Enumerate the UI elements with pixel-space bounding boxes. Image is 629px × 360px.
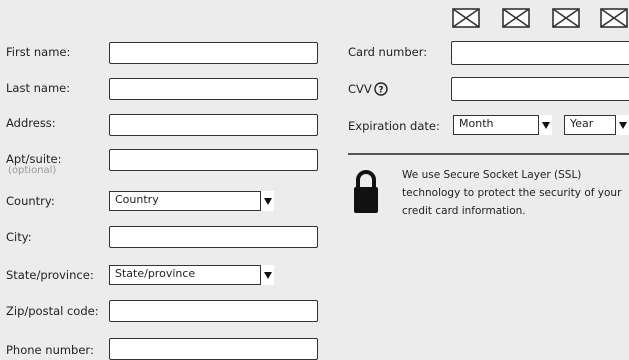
ssl-line-3: credit card information. <box>402 205 526 217</box>
apt-optional-hint: (optional) <box>8 165 57 176</box>
phone-number-label: Phone number: <box>6 343 94 357</box>
city-input[interactable] <box>109 226 318 248</box>
state-dropdown-arrow-icon[interactable] <box>260 265 274 285</box>
ssl-line-2: technology to protect the security of yo… <box>402 187 622 199</box>
apt-suite-input[interactable] <box>109 149 318 171</box>
city-label: City: <box>6 230 32 244</box>
state-select-value: State/province <box>115 267 196 280</box>
last-name-label: Last name: <box>6 81 71 95</box>
state-province-select[interactable]: State/province <box>109 265 274 285</box>
country-select[interactable]: Country <box>109 191 274 211</box>
country-dropdown-arrow-icon[interactable] <box>260 191 274 211</box>
card-image-3-icon <box>552 8 580 28</box>
address-input[interactable] <box>109 114 318 136</box>
country-select-value: Country <box>115 193 159 206</box>
year-dropdown-arrow-icon[interactable] <box>615 115 629 135</box>
ssl-line-1: We use Secure Socket Layer (SSL) <box>402 169 582 181</box>
card-number-input[interactable] <box>451 41 629 65</box>
year-select-value: Year <box>570 117 594 130</box>
card-image-1-icon <box>452 8 480 28</box>
zip-postal-code-label: Zip/postal code: <box>6 304 99 318</box>
lock-icon <box>353 168 379 218</box>
zip-postal-code-input[interactable] <box>109 300 318 322</box>
expiration-date-label: Expiration date: <box>348 119 440 133</box>
expiration-year-select[interactable]: Year <box>564 115 629 135</box>
cvv-input[interactable] <box>451 77 629 101</box>
card-image-4-icon <box>600 8 628 28</box>
svg-text:?: ? <box>378 86 383 96</box>
card-image-2-icon <box>502 8 530 28</box>
country-label: Country: <box>6 194 55 208</box>
month-select-value: Month <box>459 117 494 130</box>
apt-suite-label: Apt/suite: <box>6 152 62 166</box>
help-icon[interactable]: ? <box>374 81 388 100</box>
section-divider <box>348 153 629 155</box>
cvv-label: CVV <box>348 82 372 96</box>
last-name-input[interactable] <box>109 78 318 100</box>
state-province-label: State/province: <box>6 268 94 282</box>
phone-number-input[interactable] <box>109 338 318 360</box>
expiration-month-select[interactable]: Month <box>453 115 552 135</box>
card-number-label: Card number: <box>348 45 428 59</box>
first-name-label: First name: <box>6 45 71 59</box>
address-label: Address: <box>6 116 56 130</box>
month-dropdown-arrow-icon[interactable] <box>538 115 552 135</box>
first-name-input[interactable] <box>109 42 318 64</box>
